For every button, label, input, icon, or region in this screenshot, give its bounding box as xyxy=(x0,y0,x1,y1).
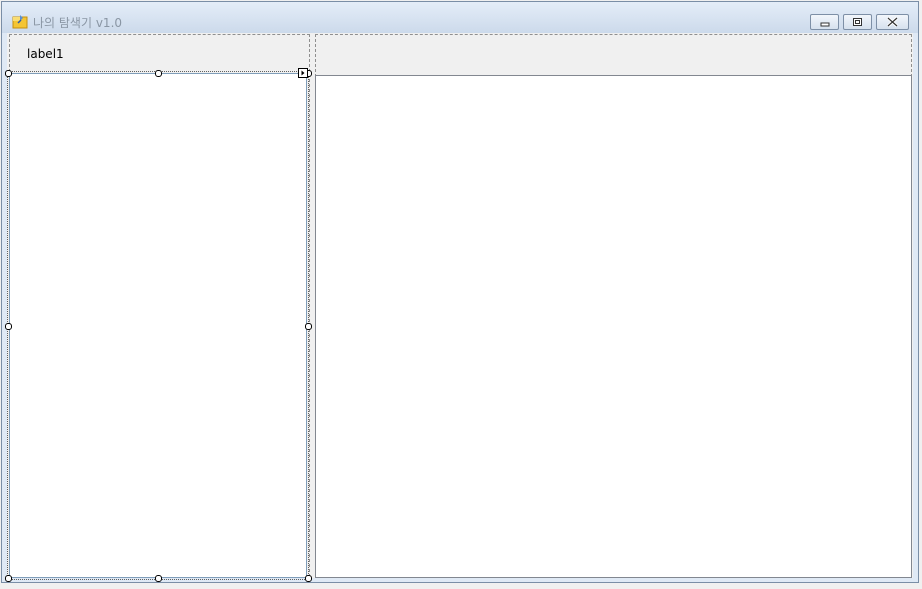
minimize-icon xyxy=(820,22,830,27)
maximize-icon xyxy=(853,18,862,26)
resize-handle-right[interactable] xyxy=(305,323,312,330)
smart-tag-button[interactable] xyxy=(298,68,308,78)
label1: label1 xyxy=(27,47,64,61)
resize-handle-top-left[interactable] xyxy=(5,70,12,77)
form-icon xyxy=(12,14,28,29)
minimize-button[interactable] xyxy=(810,14,839,30)
form-window[interactable]: 나의 탐색기 v1.0 label1 xyxy=(1,1,919,583)
client-area: label1 xyxy=(5,33,913,582)
arrow-right-icon xyxy=(301,70,305,76)
folder-list[interactable] xyxy=(7,71,309,580)
resize-handle-bottom-left[interactable] xyxy=(5,575,12,582)
resize-handle-top[interactable] xyxy=(155,70,162,77)
resize-handle-left[interactable] xyxy=(5,323,12,330)
maximize-button[interactable] xyxy=(843,14,872,30)
resize-handle-bottom[interactable] xyxy=(155,575,162,582)
resize-handle-bottom-right[interactable] xyxy=(305,575,312,582)
title-bar[interactable]: 나의 탐색기 v1.0 xyxy=(2,2,918,33)
window-title: 나의 탐색기 v1.0 xyxy=(33,16,123,30)
file-list[interactable] xyxy=(315,75,912,578)
close-button[interactable] xyxy=(876,14,909,30)
close-icon xyxy=(887,16,898,28)
